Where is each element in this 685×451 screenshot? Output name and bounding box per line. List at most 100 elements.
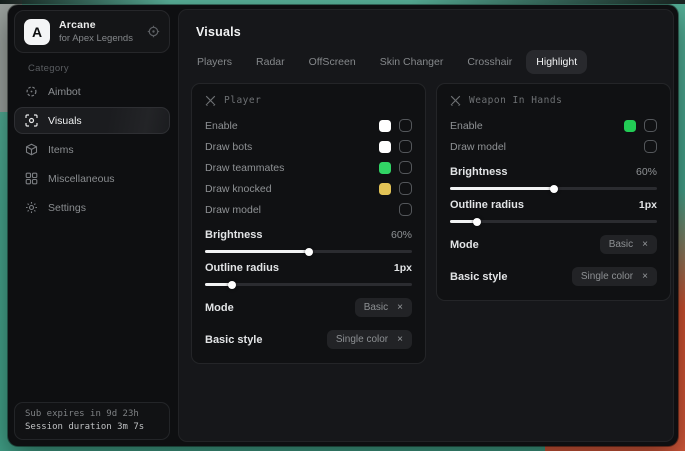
grid-icon [25, 172, 38, 185]
tab-offscreen[interactable]: OffScreen [299, 50, 366, 74]
slider-value: 60% [391, 229, 412, 241]
outline-radius-slider[interactable] [205, 283, 412, 286]
slider-thumb[interactable] [550, 185, 558, 193]
slider-label: Outline radius [205, 262, 279, 274]
player-panel: Player Enable Draw bots [191, 83, 426, 364]
sidebar-item-items[interactable]: Items [14, 136, 170, 163]
color-swatch[interactable] [624, 120, 636, 132]
gear-icon [25, 201, 38, 214]
mode-select-row: Mode Basic × [205, 297, 412, 318]
slider-thumb[interactable] [305, 248, 313, 256]
toggle-label: Draw model [205, 204, 261, 216]
toggle-row-draw-teammates: Draw teammates [205, 157, 412, 178]
crossed-swords-icon [450, 95, 461, 106]
select-label: Basic style [450, 271, 507, 283]
chip-label: Single color [336, 334, 388, 345]
visuals-icon [25, 114, 38, 127]
slider-label: Outline radius [450, 199, 524, 211]
chip-label: Basic [364, 302, 388, 313]
sub-expires-text: Sub expires in 9d 23h [25, 409, 159, 419]
sidebar-item-label: Settings [48, 202, 86, 214]
color-swatch[interactable] [379, 183, 391, 195]
draw-knocked-checkbox[interactable] [399, 182, 412, 195]
sidebar-item-label: Items [48, 144, 74, 156]
tab-bar: Players Radar OffScreen Skin Changer Cro… [187, 50, 673, 74]
weapon-panel-header: Weapon In Hands [450, 95, 657, 106]
toggle-label: Draw bots [205, 141, 252, 153]
brightness-slider-section: Brightness 60% [205, 229, 412, 253]
draw-model-checkbox[interactable] [399, 203, 412, 216]
sidebar-item-miscellaneous[interactable]: Miscellaneous [14, 165, 170, 192]
outline-radius-slider[interactable] [450, 220, 657, 223]
sidebar-item-settings[interactable]: Settings [14, 194, 170, 221]
tab-players[interactable]: Players [187, 50, 242, 74]
slider-thumb[interactable] [228, 281, 236, 289]
slider-label: Brightness [205, 229, 262, 241]
subscription-info-card: Sub expires in 9d 23h Session duration 3… [14, 402, 170, 440]
crossed-swords-icon [205, 95, 216, 106]
color-swatch[interactable] [379, 141, 391, 153]
panel-title: Weapon In Hands [469, 95, 562, 106]
mode-select-row: Mode Basic × [450, 234, 657, 255]
category-label: Category [28, 63, 69, 74]
mode-chip[interactable]: Basic × [355, 298, 412, 317]
toggle-label: Enable [205, 120, 238, 132]
tab-skin-changer[interactable]: Skin Changer [370, 50, 454, 74]
color-swatch[interactable] [379, 162, 391, 174]
select-label: Basic style [205, 334, 262, 346]
brightness-slider-section: Brightness 60% [450, 166, 657, 190]
app-name: Arcane [59, 19, 138, 31]
sidebar-item-label: Visuals [48, 115, 82, 127]
sidebar-nav: Aimbot Visuals Items [14, 78, 170, 221]
weapon-in-hands-panel: Weapon In Hands Enable Draw model [436, 83, 671, 301]
toggle-label: Draw knocked [205, 183, 272, 195]
select-label: Mode [205, 302, 234, 314]
sidebar: A Arcane for Apex Legends Category [8, 5, 178, 446]
basic-style-chip[interactable]: Single color × [572, 267, 657, 286]
slider-thumb[interactable] [473, 218, 481, 226]
background-dark-patch [0, 0, 685, 4]
toggle-label: Draw model [450, 141, 506, 153]
basic-style-select-row: Basic style Single color × [205, 329, 412, 350]
slider-label: Brightness [450, 166, 507, 178]
enable-checkbox[interactable] [644, 119, 657, 132]
close-icon[interactable]: × [397, 335, 403, 345]
draw-model-checkbox[interactable] [644, 140, 657, 153]
outline-radius-slider-section: Outline radius 1px [450, 199, 657, 223]
draw-bots-checkbox[interactable] [399, 140, 412, 153]
close-icon[interactable]: × [642, 240, 648, 250]
page-title: Visuals [196, 25, 673, 39]
sidebar-item-label: Miscellaneous [48, 173, 115, 185]
basic-style-chip[interactable]: Single color × [327, 330, 412, 349]
tab-highlight[interactable]: Highlight [526, 50, 587, 74]
toggle-row-enable: Enable [450, 115, 657, 136]
brightness-slider[interactable] [450, 187, 657, 190]
color-swatch[interactable] [379, 120, 391, 132]
crosshair-icon [25, 85, 38, 98]
mode-chip[interactable]: Basic × [600, 235, 657, 254]
slider-value: 1px [639, 199, 657, 211]
chip-label: Basic [609, 239, 633, 250]
target-icon[interactable] [147, 25, 160, 38]
close-icon[interactable]: × [642, 272, 648, 282]
toggle-label: Enable [450, 120, 483, 132]
brightness-slider[interactable] [205, 250, 412, 253]
toggle-row-draw-knocked: Draw knocked [205, 178, 412, 199]
sidebar-item-aimbot[interactable]: Aimbot [14, 78, 170, 105]
sidebar-header-card: A Arcane for Apex Legends [14, 10, 170, 53]
tab-radar[interactable]: Radar [246, 50, 295, 74]
enable-checkbox[interactable] [399, 119, 412, 132]
close-icon[interactable]: × [397, 303, 403, 313]
slider-value: 60% [636, 166, 657, 178]
sidebar-item-visuals[interactable]: Visuals [14, 107, 170, 134]
slider-fill [205, 250, 309, 253]
toggle-row-draw-bots: Draw bots [205, 136, 412, 157]
app-titles: Arcane for Apex Legends [59, 19, 138, 44]
panels-container: Player Enable Draw bots [191, 83, 673, 364]
slider-fill [450, 187, 554, 190]
toggle-row-draw-model: Draw model [450, 136, 657, 157]
app-logo: A [24, 19, 50, 45]
tab-crosshair[interactable]: Crosshair [457, 50, 522, 74]
player-panel-header: Player [205, 95, 412, 106]
draw-teammates-checkbox[interactable] [399, 161, 412, 174]
